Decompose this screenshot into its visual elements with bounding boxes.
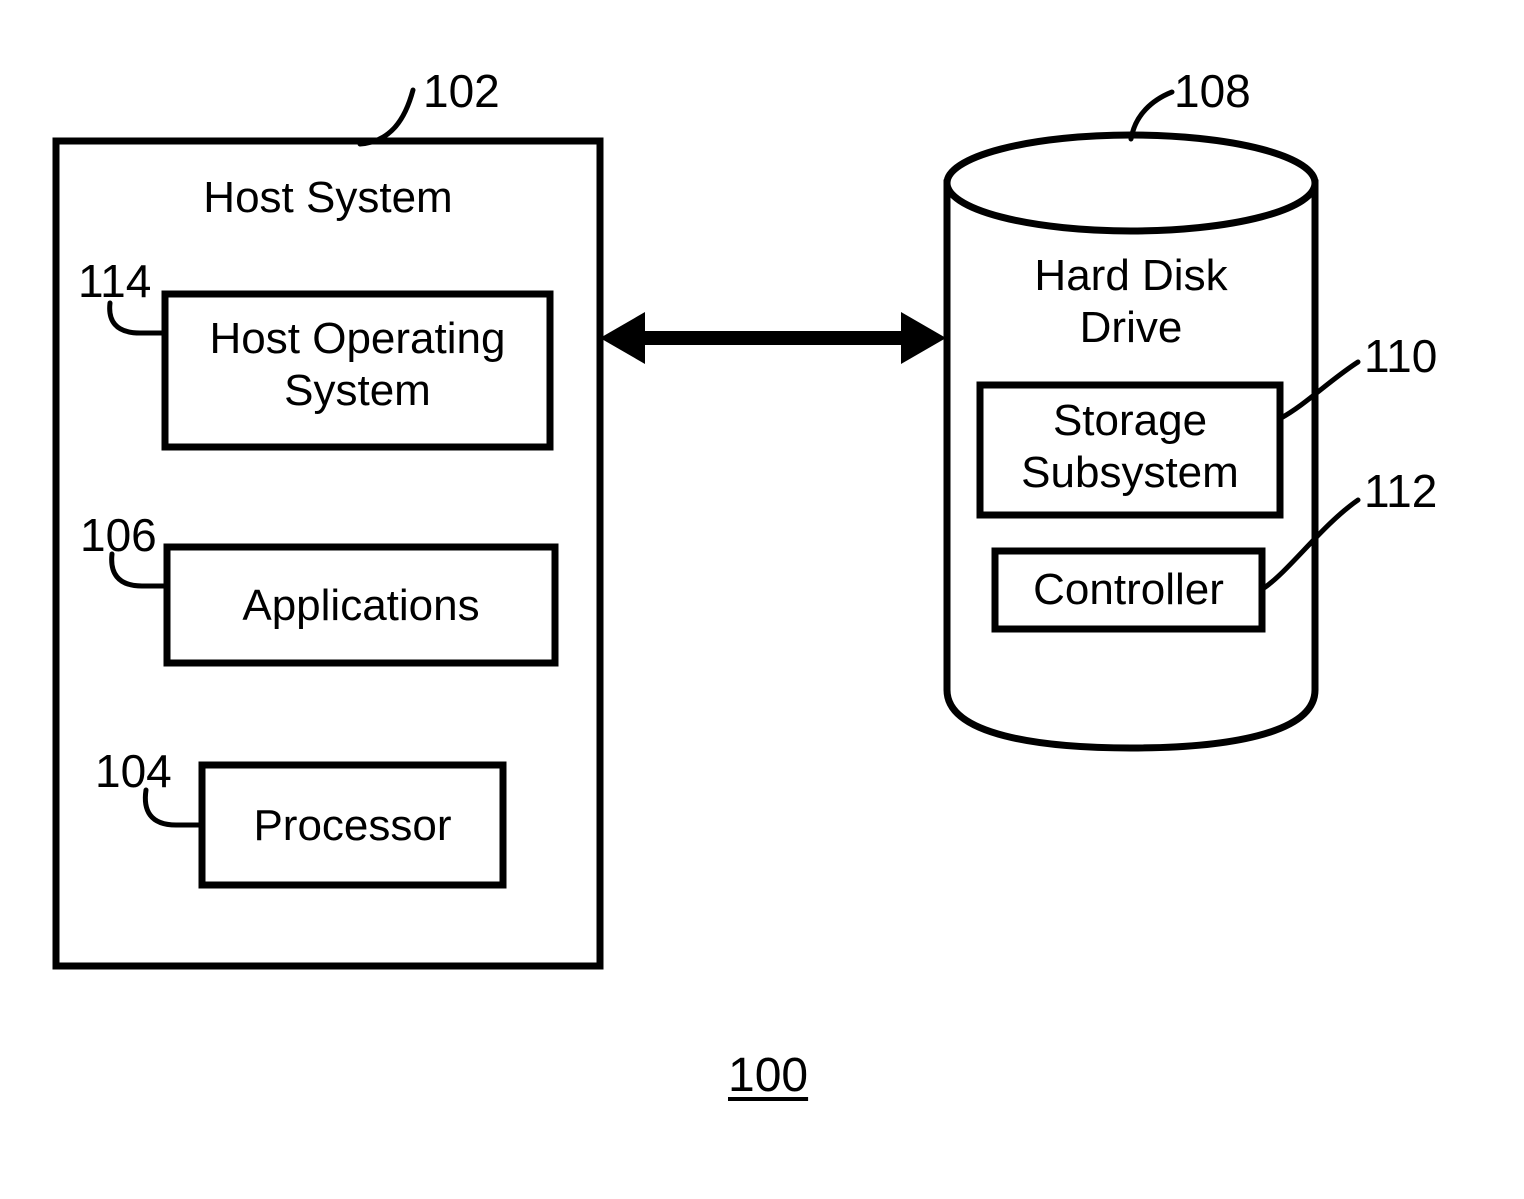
ref-number-112: 112	[1364, 465, 1438, 517]
cylinder-top-ellipse	[943, 131, 1319, 235]
ref-number-102: 102	[423, 65, 500, 117]
controller-label: Controller	[1033, 565, 1224, 614]
storage-subsystem-label-line1: Storage	[1052, 396, 1208, 445]
host-operating-system-label: Host Operating System	[165, 313, 550, 417]
storage-subsystem-label: Storage Subsystem	[980, 395, 1280, 499]
figure-number: 100	[728, 1049, 809, 1102]
storage-subsystem-label-line2: Subsystem	[1021, 447, 1239, 497]
hard-disk-drive-label-line2: Drive	[1079, 302, 1183, 352]
hard-disk-drive-label-line1: Hard Disk	[1034, 251, 1228, 300]
host-operating-system-label-line2: System	[284, 365, 431, 415]
arrow-head-left	[600, 312, 645, 364]
patent-figure: Host System Host Operating System Applica…	[0, 0, 1524, 1199]
ref-number-110: 110	[1364, 330, 1438, 382]
host-operating-system-label-line1: Host Operating	[209, 314, 506, 363]
host-to-drive-arrow	[600, 312, 946, 364]
ref-number-114: 114	[78, 255, 152, 307]
ref-number-104: 104	[95, 745, 172, 797]
hard-disk-drive-label: Hard Disk Drive	[947, 250, 1315, 354]
leader-line-102	[357, 87, 416, 147]
processor-label: Processor	[253, 801, 452, 850]
applications-label: Applications	[242, 581, 480, 630]
host-system-label: Host System	[203, 173, 453, 222]
arrow-head-right	[901, 312, 946, 364]
ref-number-106: 106	[80, 509, 157, 561]
ref-number-108: 108	[1174, 65, 1251, 117]
